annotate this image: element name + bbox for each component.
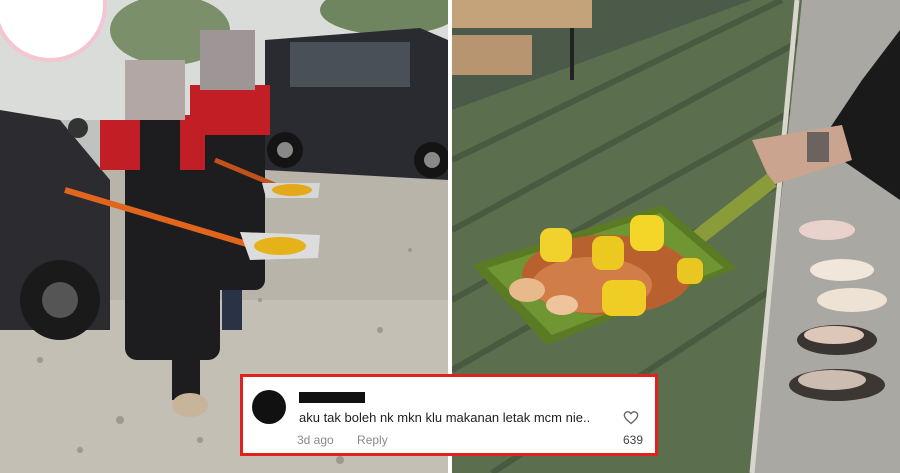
like-count: 639 xyxy=(622,433,643,447)
comment-meta: 3d ago Reply xyxy=(297,433,388,447)
avatar[interactable] xyxy=(252,390,286,424)
redacted-username xyxy=(299,392,365,403)
heart-outline-icon[interactable] xyxy=(623,410,639,425)
reply-button[interactable]: Reply xyxy=(357,433,388,447)
comment-card: aku tak boleh nk mkn klu makanan letak m… xyxy=(240,374,658,456)
comment-text: aku tak boleh nk mkn klu makanan letak m… xyxy=(299,410,591,425)
comment-timestamp: 3d ago xyxy=(297,433,334,447)
